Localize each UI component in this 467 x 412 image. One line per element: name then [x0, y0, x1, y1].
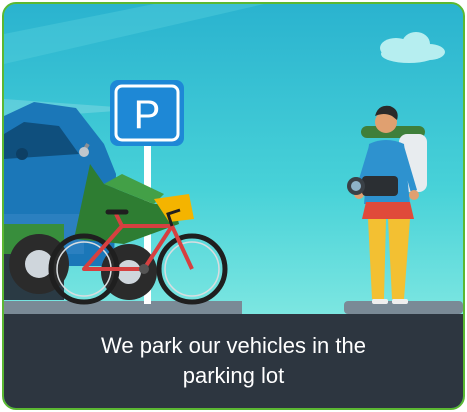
caption-text: We park our vehicles in the parking lot	[101, 333, 366, 388]
parking-scene: P	[4, 4, 463, 314]
camera-icon	[347, 176, 398, 196]
caption-bar: We park our vehicles in the parking lot	[4, 314, 463, 408]
parking-sign-letter: P	[134, 93, 161, 137]
illustration-card: P We park our vehicles in the parking lo…	[2, 2, 465, 410]
